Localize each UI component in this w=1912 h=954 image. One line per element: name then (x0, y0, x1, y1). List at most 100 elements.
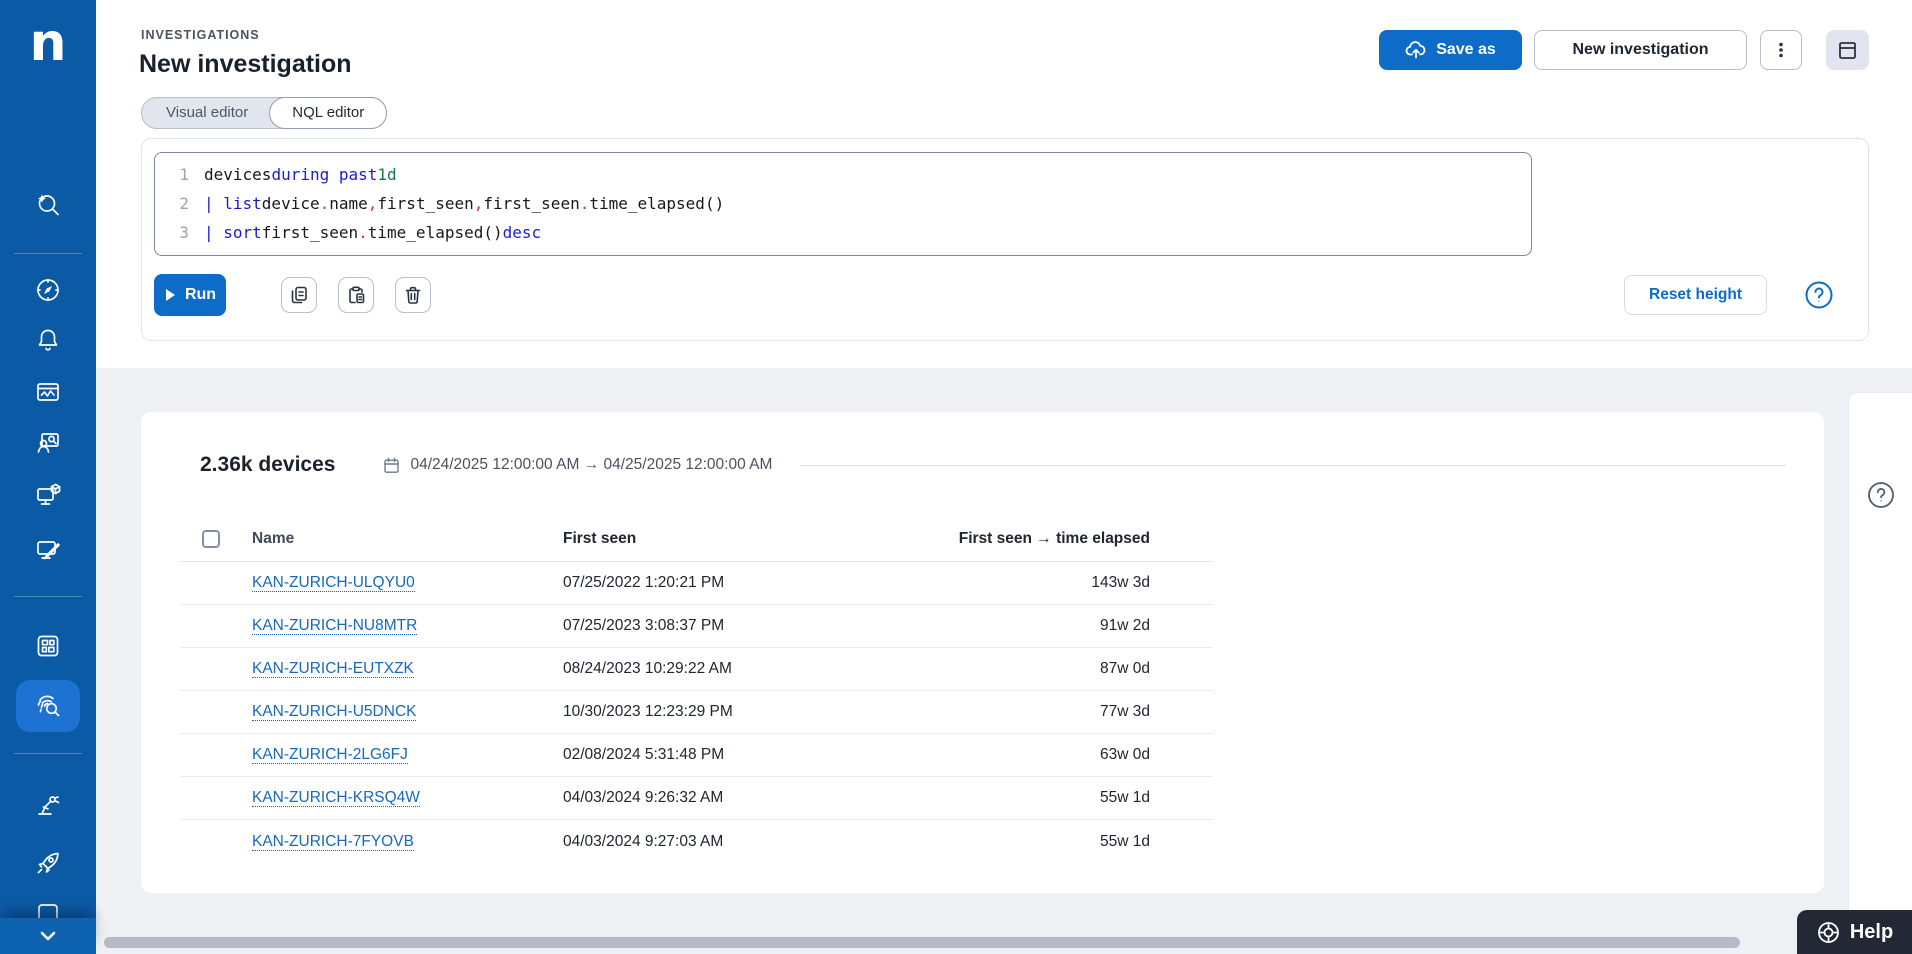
cloud-upload-icon (1405, 39, 1427, 61)
panel-layout-icon (1837, 40, 1858, 61)
apps-grid-icon (34, 632, 62, 660)
line-number: 1 (155, 165, 189, 184)
more-actions-button[interactable] (1760, 30, 1802, 70)
first-seen-cell: 07/25/2023 3:08:37 PM (542, 617, 867, 635)
result-count: 2.36k devices (200, 453, 335, 477)
column-name[interactable]: Name (232, 530, 542, 548)
time-elapsed-cell: 55w 1d (867, 833, 1213, 851)
sidebar-item-launch[interactable] (0, 843, 96, 883)
fingerprint-search-icon (33, 691, 63, 721)
ai-search-icon (33, 190, 63, 220)
kebab-menu-icon (1772, 41, 1790, 59)
date-range: 04/24/2025 12:00:00 AM → 04/25/2025 12:0… (383, 456, 772, 474)
robot-arm-icon (34, 791, 62, 819)
trash-icon (403, 285, 423, 305)
nql-editor-panel: 1devices during past 1d2| list device.na… (141, 138, 1869, 341)
time-elapsed-cell: 77w 3d (867, 703, 1213, 721)
nql-code-editor[interactable]: 1devices during past 1d2| list device.na… (154, 152, 1532, 256)
sidebar-item-alerts[interactable] (0, 320, 96, 360)
horizontal-scrollbar[interactable] (104, 937, 1740, 948)
person-screen-icon (34, 429, 62, 457)
breadcrumb: INVESTIGATIONS (141, 28, 260, 42)
sidebar-item-campaigns[interactable] (0, 530, 96, 570)
sidebar-divider (14, 753, 82, 754)
first-seen-cell: 07/25/2022 1:20:21 PM (542, 574, 867, 592)
play-icon (164, 288, 176, 302)
sidebar-item-workplace[interactable] (0, 475, 96, 515)
sidebar-item-automation[interactable] (0, 785, 96, 825)
paste-icon (346, 285, 366, 305)
time-elapsed-cell: 55w 1d (867, 789, 1213, 807)
header-divider (800, 465, 1786, 466)
monitor-pulse-icon (34, 378, 62, 406)
first-seen-cell: 04/03/2024 9:26:32 AM (542, 789, 867, 807)
nql-help-button[interactable] (1801, 277, 1837, 313)
rail-help-button[interactable] (1865, 479, 1897, 511)
sidebar-item-dashboards[interactable] (0, 372, 96, 412)
device-name-link[interactable]: KAN-ZURICH-U5DNCK (252, 703, 416, 721)
copy-query-button[interactable] (281, 277, 317, 313)
chevron-down-icon (35, 923, 61, 949)
help-button[interactable]: Help (1797, 910, 1912, 954)
table-row: KAN-ZURICH-KRSQ4W 04/03/2024 9:26:32 AM … (180, 777, 1213, 820)
first-seen-cell: 08/24/2023 10:29:22 AM (542, 660, 867, 678)
nexthink-logo[interactable]: n (0, 10, 96, 76)
table-row: KAN-ZURICH-EUTXZK 08/24/2023 10:29:22 AM… (180, 648, 1213, 691)
page-title: New investigation (139, 50, 352, 79)
run-button[interactable]: Run (154, 274, 226, 316)
calendar-icon (383, 457, 400, 474)
card-pen-icon (34, 536, 62, 564)
table-header-row: Name First seen First seen → time elapse… (180, 516, 1213, 562)
sidebar-collapse-button[interactable] (0, 918, 96, 954)
device-name-link[interactable]: KAN-ZURICH-7FYOVB (252, 833, 414, 851)
sidebar-item-library[interactable] (0, 626, 96, 666)
device-name-link[interactable]: KAN-ZURICH-NU8MTR (252, 617, 417, 635)
code-line: 2| list device.name, first_seen, first_s… (155, 189, 1531, 218)
first-seen-cell: 04/03/2024 9:27:03 AM (542, 833, 867, 851)
sidebar-divider (14, 253, 82, 254)
question-circle-icon (1803, 279, 1835, 311)
column-time-elapsed[interactable]: First seen → time elapsed (867, 530, 1213, 548)
time-elapsed-cell: 91w 2d (867, 617, 1213, 635)
sidebar-item-adoption-training[interactable] (0, 423, 96, 463)
paste-query-button[interactable] (338, 277, 374, 313)
table-row: KAN-ZURICH-7FYOVB 04/03/2024 9:27:03 AM … (180, 820, 1213, 863)
tab-visual-editor[interactable]: Visual editor (142, 98, 270, 128)
line-number: 2 (155, 194, 189, 213)
device-name-link[interactable]: KAN-ZURICH-KRSQ4W (252, 789, 420, 807)
device-name-link[interactable]: KAN-ZURICH-2LG6FJ (252, 746, 408, 764)
reset-height-button[interactable]: Reset height (1624, 275, 1767, 315)
time-elapsed-cell: 63w 0d (867, 746, 1213, 764)
code-line: 3| sort first_seen.time_elapsed() desc (155, 218, 1531, 247)
results-panel: 2.36k devices 04/24/2025 12:00:00 AM → 0… (141, 412, 1824, 893)
toggle-layout-button[interactable] (1826, 30, 1869, 70)
devices-table: Name First seen First seen → time elapse… (180, 516, 1213, 863)
compass-icon (34, 276, 62, 304)
editor-mode-tabs: Visual editor NQL editor (141, 97, 387, 129)
question-circle-icon (1865, 479, 1897, 511)
table-row: KAN-ZURICH-2LG6FJ 02/08/2024 5:31:48 PM … (180, 734, 1213, 777)
sidebar-divider (14, 596, 82, 597)
time-elapsed-cell: 87w 0d (867, 660, 1213, 678)
sidebar-item-explore[interactable] (0, 270, 96, 310)
sidebar-item-investigations-active[interactable] (16, 680, 80, 732)
help-rail (1848, 392, 1912, 954)
rocket-icon (34, 849, 62, 877)
monitor-cube-icon (34, 481, 62, 509)
sidebar: n (0, 0, 96, 954)
tab-nql-editor[interactable]: NQL editor (269, 97, 387, 129)
device-name-link[interactable]: KAN-ZURICH-EUTXZK (252, 660, 414, 678)
sidebar-item-ai-search[interactable] (0, 185, 96, 225)
line-number: 3 (155, 223, 189, 242)
device-name-link[interactable]: KAN-ZURICH-ULQYU0 (252, 574, 415, 592)
first-seen-cell: 02/08/2024 5:31:48 PM (542, 746, 867, 764)
column-first-seen[interactable]: First seen (542, 530, 867, 548)
copy-icon (289, 285, 309, 305)
table-row: KAN-ZURICH-NU8MTR 07/25/2023 3:08:37 PM … (180, 605, 1213, 648)
time-elapsed-cell: 143w 3d (867, 574, 1213, 592)
clear-query-button[interactable] (395, 277, 431, 313)
select-all-checkbox[interactable] (202, 530, 220, 548)
save-as-button[interactable]: Save as (1379, 30, 1522, 70)
new-investigation-button[interactable]: New investigation (1534, 30, 1747, 70)
date-range-text: 04/24/2025 12:00:00 AM → 04/25/2025 12:0… (410, 456, 772, 474)
